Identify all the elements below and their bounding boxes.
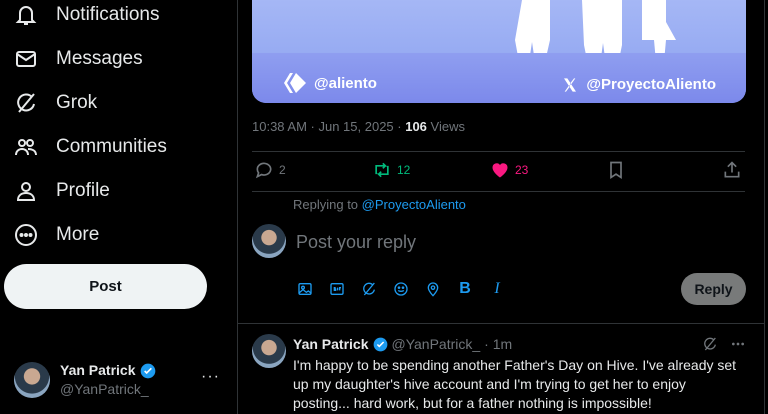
emoji-icon[interactable] <box>392 280 410 298</box>
x-logo-icon <box>564 77 577 92</box>
account-more-icon[interactable]: ··· <box>201 368 220 386</box>
tweet-author-handle[interactable]: @YanPatrick_ <box>392 336 481 352</box>
bookmark-action[interactable] <box>606 160 626 180</box>
verified-badge-icon <box>140 363 155 378</box>
account-handle: @YanPatrick_ <box>60 381 149 397</box>
bookmark-icon <box>610 161 622 180</box>
hive-logo-icon <box>284 73 306 93</box>
column-divider <box>237 0 238 414</box>
avatar <box>252 224 286 258</box>
post-timestamp[interactable]: 10:38 AM · Jun 15, 2025 · <box>252 119 405 134</box>
media-handle-right-text: @ProyectoAliento <box>586 76 716 93</box>
reply-input[interactable] <box>294 228 698 256</box>
tweet-text: I'm happy to be spending another Father'… <box>293 357 737 411</box>
nav-notifications[interactable]: Notifications <box>14 0 160 35</box>
grok-icon[interactable] <box>360 280 378 298</box>
nav-profile[interactable]: Profile <box>14 171 110 211</box>
repost-action[interactable]: 12 <box>372 160 410 180</box>
reply-action[interactable]: 2 <box>254 160 286 180</box>
post-button[interactable]: Post <box>4 264 207 309</box>
media-handle-left: @aliento <box>284 73 377 93</box>
nav-grok[interactable]: Grok <box>14 83 97 123</box>
avatar <box>14 362 50 398</box>
divider <box>238 323 764 324</box>
bell-icon <box>15 6 37 25</box>
replying-to: Replying to @ProyectoAliento <box>293 197 466 212</box>
envelope-icon <box>16 51 36 67</box>
account-name: Yan Patrick <box>60 362 136 378</box>
tweet-header-icons <box>702 336 746 352</box>
image-icon[interactable] <box>296 280 314 298</box>
views-count: 106 <box>405 119 427 134</box>
more-icon[interactable] <box>730 336 746 352</box>
nav-communities[interactable]: Communities <box>14 127 167 167</box>
views-label: Views <box>426 119 465 134</box>
replying-prefix: Replying to <box>293 197 362 212</box>
avatar <box>252 334 286 368</box>
reply-icon <box>255 162 272 179</box>
nav-more[interactable]: More <box>14 215 99 255</box>
repost-count: 12 <box>397 163 411 177</box>
like-count: 23 <box>515 163 529 177</box>
sidebar: Notifications Messages Grok Communities … <box>0 0 238 414</box>
reply-count: 2 <box>279 163 286 177</box>
italic-icon[interactable]: I <box>488 280 506 298</box>
reply-button[interactable]: Reply <box>681 273 746 305</box>
nav-communities-label: Communities <box>56 136 167 157</box>
like-action[interactable]: 23 <box>490 160 528 180</box>
share-action[interactable] <box>722 160 742 180</box>
heart-icon <box>492 163 508 178</box>
bold-icon[interactable]: B <box>456 280 474 298</box>
nav-profile-label: Profile <box>56 180 110 201</box>
post-media-image[interactable]: @aliento @ProyectoAliento <box>252 0 746 103</box>
column-divider-right <box>764 0 765 414</box>
verified-badge-icon <box>373 337 387 351</box>
grok-icon <box>17 93 35 113</box>
post-actions: 2 12 23 <box>252 160 746 184</box>
tweet-header: Yan Patrick @YanPatrick_ · 1m <box>293 336 512 352</box>
nav-messages[interactable]: Messages <box>14 39 143 79</box>
more-circle-icon <box>15 224 37 246</box>
nav-notifications-label: Notifications <box>56 4 160 25</box>
repost-icon <box>375 162 389 178</box>
tweet-author-name[interactable]: Yan Patrick <box>293 336 369 352</box>
post-meta: 10:38 AM · Jun 15, 2025 · 106 Views <box>252 119 465 134</box>
gif-icon[interactable] <box>328 280 346 298</box>
location-icon[interactable] <box>424 280 442 298</box>
people-icon <box>15 139 37 156</box>
grok-icon[interactable] <box>702 336 718 352</box>
tweet-time[interactable]: · 1m <box>484 336 512 352</box>
nav-grok-label: Grok <box>56 92 98 113</box>
share-icon <box>724 161 740 178</box>
divider <box>252 191 745 192</box>
person-icon <box>16 182 36 201</box>
divider <box>252 151 745 152</box>
nav-messages-label: Messages <box>56 48 143 69</box>
nav-more-label: More <box>56 224 100 245</box>
media-handle-left-text: @aliento <box>314 74 377 92</box>
composer-toolbar: B I <box>296 280 506 298</box>
replying-to-handle[interactable]: @ProyectoAliento <box>362 197 466 212</box>
media-handle-right: @ProyectoAliento <box>562 76 716 93</box>
account-switcher[interactable]: Yan Patrick @YanPatrick_ ··· <box>14 360 224 400</box>
